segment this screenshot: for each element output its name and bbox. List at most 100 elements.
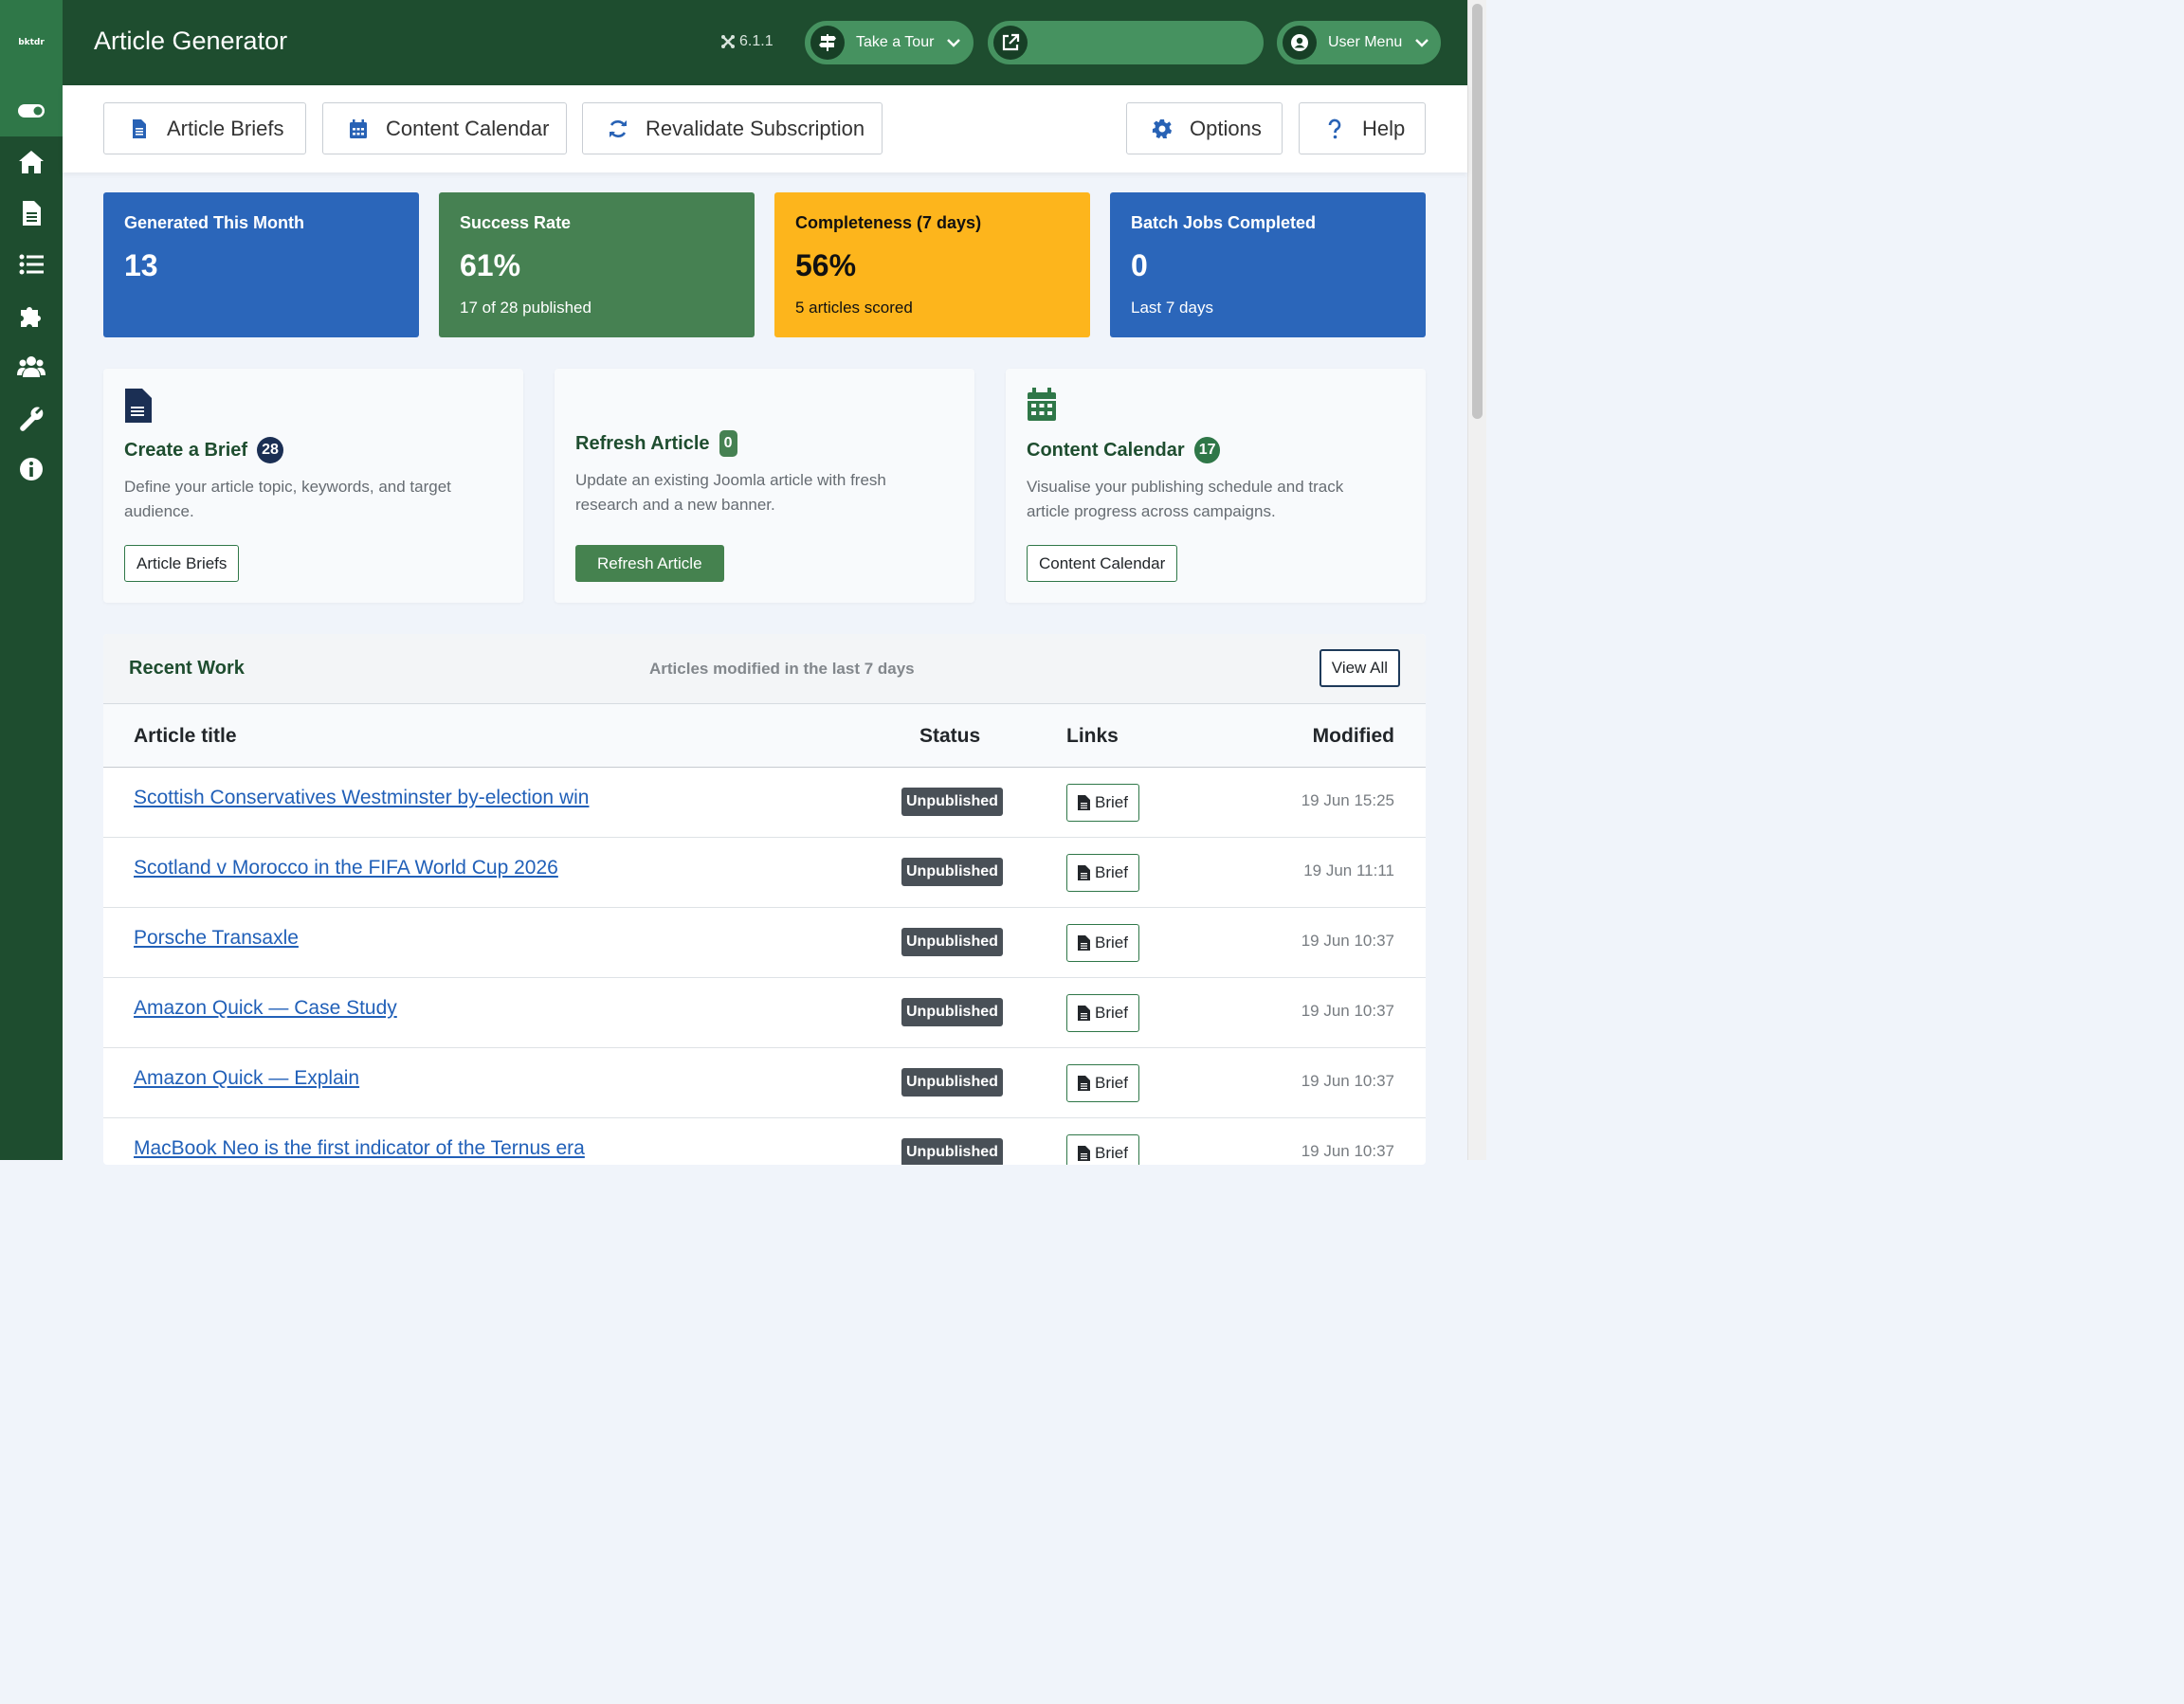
brief-link-label: Brief: [1095, 793, 1128, 811]
revalidate-subscription-button[interactable]: Revalidate Subscription: [582, 102, 883, 154]
table-row: Amazon Quick — Explain Unpublished Brief 19…: [103, 1048, 1426, 1118]
table-header: Article title Status Links Modified: [103, 704, 1426, 768]
content-calendar-link-button[interactable]: Content Calendar: [1027, 545, 1178, 582]
action-card-description: Visualise your publishing schedule and t…: [1027, 478, 1344, 520]
info-icon: [20, 458, 43, 480]
column-header-status: Status: [919, 725, 981, 747]
content-calendar-label: Content Calendar: [386, 116, 550, 140]
puzzle-icon: [21, 307, 41, 327]
table-row: MacBook Neo is the first indicator of th…: [103, 1118, 1426, 1165]
brief-link-button[interactable]: Brief: [1066, 854, 1139, 892]
help-label: Help: [1362, 116, 1406, 140]
page-scrollbar[interactable]: [1467, 0, 1486, 1160]
table-row: Scottish Conservatives Westminster by-el…: [103, 768, 1426, 838]
users-icon: [17, 356, 46, 377]
take-a-tour-button[interactable]: Take a Tour: [803, 19, 975, 66]
stat-sub: 5 articles scored: [795, 299, 913, 317]
stat-sub: 17 of 28 published: [460, 299, 592, 317]
action-card-create-brief: Create a Brief 28 Define your article to…: [103, 369, 523, 603]
external-site-button[interactable]: [986, 19, 1265, 66]
content-calendar-button[interactable]: Content Calendar: [322, 102, 567, 154]
chevron-down-icon: [947, 39, 961, 47]
table-row: Porsche Transaxle Unpublished Brief 19 Jun …: [103, 908, 1426, 978]
content-calendar-title: Content Calendar: [1027, 439, 1185, 461]
view-all-button[interactable]: View All: [1319, 649, 1400, 687]
toolbar: Article Briefs Content Calendar Revalida…: [63, 85, 1467, 172]
wrench-icon: [20, 407, 44, 431]
recent-work-title: Recent Work: [129, 658, 245, 679]
document-icon: [23, 201, 41, 226]
sidebar-item-users[interactable]: [0, 341, 63, 392]
action-card-title: Create a Brief 28: [124, 437, 283, 463]
stat-sub: Last 7 days: [1131, 299, 1213, 317]
article-title-link[interactable]: MacBook Neo is the first indicator of th…: [134, 1137, 585, 1160]
signpost-icon: [819, 34, 836, 51]
brief-link-button[interactable]: Brief: [1066, 1064, 1139, 1102]
options-label: Options: [1190, 116, 1262, 140]
article-title-link[interactable]: Amazon Quick — Explain: [134, 1067, 359, 1090]
version-label: 6.1.1: [720, 33, 774, 50]
status-badge: Unpublished: [901, 998, 1003, 1026]
document-icon: [1078, 1146, 1090, 1161]
column-header-links: Links: [1066, 725, 1119, 747]
sidebar-item-info[interactable]: [0, 444, 63, 495]
brief-link-label: Brief: [1095, 1004, 1128, 1022]
sidebar-item-tools[interactable]: [0, 392, 63, 444]
sidebar-item-articles[interactable]: [0, 188, 63, 239]
logo: bktdr: [0, 0, 63, 85]
article-title-link[interactable]: Scotland v Morocco in the FIFA World Cup…: [134, 857, 558, 879]
article-briefs-link-button[interactable]: Article Briefs: [124, 545, 240, 582]
article-briefs-button[interactable]: Article Briefs: [103, 102, 306, 154]
brief-link-button[interactable]: Brief: [1066, 924, 1139, 962]
status-badge: Unpublished: [901, 1068, 1003, 1097]
count-badge: 17: [1193, 437, 1221, 463]
column-header-title: Article title: [134, 725, 237, 747]
article-title-link[interactable]: Amazon Quick — Case Study: [134, 997, 397, 1020]
action-card-refresh-article: Refresh Article 0 Update an existing Joo…: [555, 369, 974, 603]
refresh-article-title: Refresh Article: [575, 432, 710, 454]
brief-link-label: Brief: [1095, 1074, 1128, 1092]
sidebar-toggle[interactable]: [0, 85, 63, 136]
stat-label: Batch Jobs Completed: [1131, 213, 1317, 232]
stat-value: 13: [124, 248, 158, 282]
chevron-down-icon: [1415, 39, 1429, 47]
brief-link-button[interactable]: Brief: [1066, 1134, 1139, 1165]
user-menu-button[interactable]: User Menu: [1275, 19, 1443, 66]
sidebar-item-home[interactable]: [0, 136, 63, 188]
count-badge: 0: [719, 430, 737, 457]
table-row: Amazon Quick — Case Study Unpublished Brie…: [103, 978, 1426, 1048]
modified-date: 19 Jun 11:11: [1303, 861, 1394, 879]
options-button[interactable]: Options: [1126, 102, 1283, 154]
column-header-modified: Modified: [1312, 725, 1394, 747]
sidebar-item-list[interactable]: [0, 239, 63, 290]
list-icon: [19, 254, 44, 275]
action-card-description: Define your article topic, keywords, and…: [124, 478, 451, 520]
brief-link-button[interactable]: Brief: [1066, 784, 1139, 822]
status-badge: Unpublished: [901, 1138, 1003, 1165]
page-title: Article Generator: [94, 27, 288, 55]
article-title-link[interactable]: Scottish Conservatives Westminster by-el…: [134, 787, 589, 809]
status-badge: Unpublished: [901, 788, 1003, 816]
action-card-title: Content Calendar 17: [1027, 437, 1221, 463]
brief-link-button[interactable]: Brief: [1066, 994, 1139, 1032]
table-row: Scotland v Morocco in the FIFA World Cup…: [103, 838, 1426, 908]
action-card-description: Update an existing Joomla article with f…: [575, 471, 886, 514]
document-icon: [125, 389, 152, 423]
refresh-icon: [610, 119, 627, 137]
refresh-article-button[interactable]: Refresh Article: [575, 545, 724, 582]
revalidate-subscription-label: Revalidate Subscription: [646, 116, 865, 140]
sidebar-item-extensions[interactable]: [0, 290, 63, 341]
scrollbar-thumb[interactable]: [1472, 4, 1483, 419]
action-card-content-calendar: Content Calendar 17 Visualise your publi…: [1006, 369, 1426, 603]
document-icon: [1078, 1006, 1090, 1021]
stat-label: Generated This Month: [124, 213, 305, 232]
article-title-link[interactable]: Porsche Transaxle: [134, 927, 299, 950]
header: Article Generator 6.1.1 Take a Tour User…: [63, 0, 1467, 85]
modified-date: 19 Jun 10:37: [1301, 1142, 1394, 1160]
modified-date: 19 Jun 15:25: [1301, 791, 1394, 809]
create-brief-title: Create a Brief: [124, 439, 248, 461]
user-menu-label: User Menu: [1328, 34, 1403, 50]
recent-work-header: Recent Work Articles modified in the las…: [103, 634, 1426, 704]
help-button[interactable]: Help: [1299, 102, 1426, 154]
external-link-icon: [1002, 33, 1020, 51]
